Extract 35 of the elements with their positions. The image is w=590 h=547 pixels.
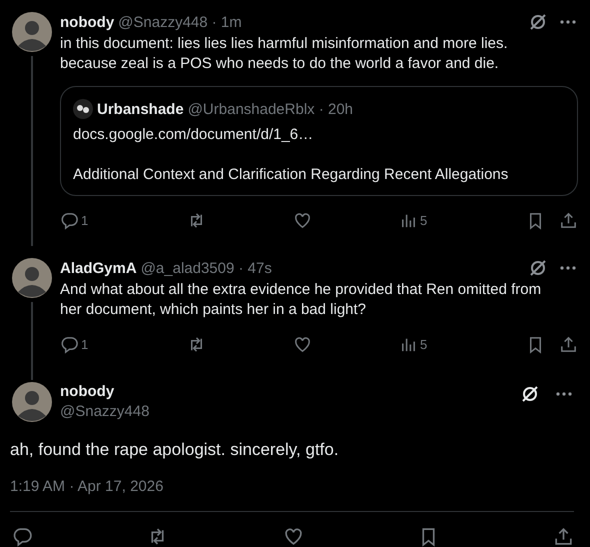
user-name[interactable]: nobody bbox=[60, 14, 114, 30]
avatar-icon[interactable] bbox=[12, 12, 52, 52]
post-text: ah, found the rape apologist. sincerely, gtfo. bbox=[10, 439, 340, 461]
user-name: Urbanshade bbox=[97, 100, 184, 118]
like-icon[interactable] bbox=[293, 334, 312, 354]
user-handle[interactable]: @Snazzy448 bbox=[60, 402, 150, 422]
share-icon[interactable] bbox=[553, 526, 574, 546]
post-timestamp[interactable]: 1:19 AM · Apr 17, 2026 bbox=[10, 478, 574, 512]
user-handle[interactable]: @a_alad3509 · 47s bbox=[140, 260, 272, 276]
reply-icon[interactable] bbox=[60, 210, 79, 230]
user-handle: @UrbanshadeRblx · 20h bbox=[188, 100, 354, 118]
like-icon[interactable] bbox=[282, 526, 304, 546]
quoted-text: Additional Context and Clarification Regarding Recent Allegations bbox=[73, 165, 510, 185]
grok-icon[interactable] bbox=[520, 384, 540, 404]
avatar-icon bbox=[73, 99, 93, 119]
share-icon[interactable] bbox=[559, 334, 578, 354]
quoted-post[interactable]: Urbanshade @UrbanshadeRblx · 20h docs.google.com/document/d/1_6… Additional Context and Clarification Regarding Recent Allegations bbox=[60, 86, 578, 196]
user-handle[interactable]: @Snazzy448 · 1m bbox=[118, 14, 242, 30]
like-icon[interactable] bbox=[293, 210, 312, 230]
reply-count: 1 bbox=[81, 212, 88, 228]
user-name[interactable]: nobody bbox=[60, 382, 150, 402]
user-name[interactable]: AladGymA bbox=[60, 260, 137, 276]
reply-icon[interactable] bbox=[12, 526, 33, 546]
post-text: in this document: lies lies lies harmful misinformation and more lies. because zeal is a POS who needs to do the world a favor and die. bbox=[60, 34, 509, 74]
view-count: 5 bbox=[420, 212, 428, 228]
grok-icon[interactable] bbox=[528, 12, 548, 32]
avatar-icon[interactable] bbox=[12, 382, 52, 422]
grok-icon[interactable] bbox=[528, 258, 548, 278]
avatar-icon[interactable] bbox=[12, 258, 52, 298]
view-count: 5 bbox=[420, 336, 428, 352]
link-text[interactable]: docs.google.com/document/d/1_6… bbox=[73, 125, 565, 145]
reply-count: 1 bbox=[81, 336, 88, 352]
share-icon[interactable] bbox=[559, 210, 578, 230]
post-text: And what about all the extra evidence he provided that Ren omitted from her document, which paints her in a bad light? bbox=[60, 280, 542, 320]
reply-icon[interactable] bbox=[60, 334, 79, 354]
